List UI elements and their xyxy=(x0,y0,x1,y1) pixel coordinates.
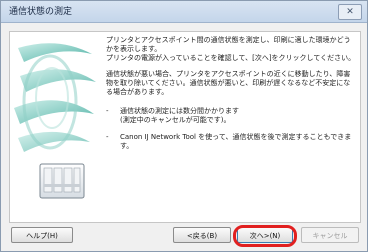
content-panel: プリンタとアクセスポイント間の通信状態を測定し、印刷に適した環境かどうかを表示し… xyxy=(9,31,361,223)
cancel-button[interactable]: キャンセル xyxy=(301,227,359,243)
signal-warning-paragraph: 通信状態が悪い場合、プリンタをアクセスポイントの近くに移動したり、障害物を取り除… xyxy=(106,70,351,96)
title-bar: 通信状態の測定 ✕ xyxy=(1,1,367,23)
back-button[interactable]: <戻る(B) xyxy=(173,227,231,243)
button-bar: ヘルプ(H) <戻る(B) 次へ>(N) キャンセル xyxy=(1,223,367,251)
window-title: 通信状態の測定 xyxy=(9,7,73,17)
bullet-dash: - xyxy=(106,133,109,142)
next-button-highlight xyxy=(233,225,297,247)
printer-illustration-icon xyxy=(14,43,96,199)
measure-communication-dialog: 通信状態の測定 ✕ プリンタとアクセスポイント間の通信状態を測定し、印刷に適した… xyxy=(0,0,368,252)
help-button[interactable]: ヘルプ(H) xyxy=(11,227,73,243)
instruction-text: プリンタとアクセスポイント間の通信状態を測定し、印刷に適した環境かどうかを表示し… xyxy=(106,36,356,160)
bullet-dash: - xyxy=(106,106,109,115)
intro-paragraph: プリンタとアクセスポイント間の通信状態を測定し、印刷に適した環境かどうかを表示し… xyxy=(106,36,351,53)
duration-note-text: 通信状態の測定には数分間かかります (測定中のキャンセルが可能です)。 xyxy=(120,106,239,124)
close-button[interactable]: ✕ xyxy=(338,4,362,20)
duration-note: - 通信状態の測定には数分間かかります (測定中のキャンセルが可能です)。 xyxy=(106,107,356,125)
power-check-paragraph: プリンタの電源が入っていることを確認して、[次へ]をクリックしてください。 xyxy=(106,53,356,62)
network-tool-note-text: Canon IJ Network Tool を使って、通信状態を後で測定すること… xyxy=(120,133,352,151)
network-tool-note: - Canon IJ Network Tool を使って、通信状態を後で測定する… xyxy=(106,133,356,151)
